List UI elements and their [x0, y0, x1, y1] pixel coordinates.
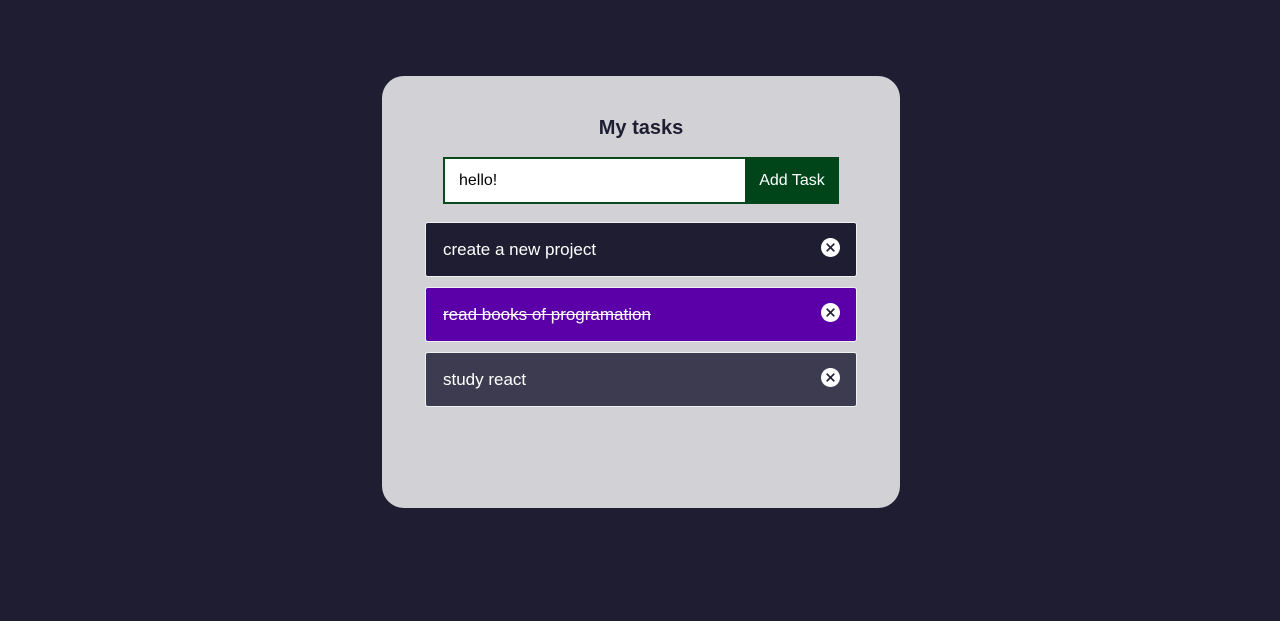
task-item[interactable]: read books of programation — [425, 287, 857, 342]
remove-task-button[interactable] — [821, 368, 840, 387]
add-task-form: Add Task — [443, 157, 839, 204]
task-input[interactable] — [443, 157, 745, 204]
page-title: My tasks — [598, 117, 684, 139]
add-task-button[interactable]: Add Task — [745, 157, 839, 204]
close-icon — [826, 243, 835, 252]
task-label: read books of programation — [443, 304, 651, 324]
remove-task-button[interactable] — [821, 238, 840, 257]
task-list: create a new project read books of progr… — [425, 222, 857, 417]
remove-task-button[interactable] — [821, 303, 840, 322]
task-label: create a new project — [443, 239, 597, 259]
task-label: study react — [443, 369, 527, 389]
task-card: My tasks Add Task create a new project r… — [382, 76, 900, 508]
close-icon — [826, 308, 835, 317]
task-item[interactable]: create a new project — [425, 222, 857, 277]
close-icon — [826, 373, 835, 382]
task-item[interactable]: study react — [425, 352, 857, 407]
